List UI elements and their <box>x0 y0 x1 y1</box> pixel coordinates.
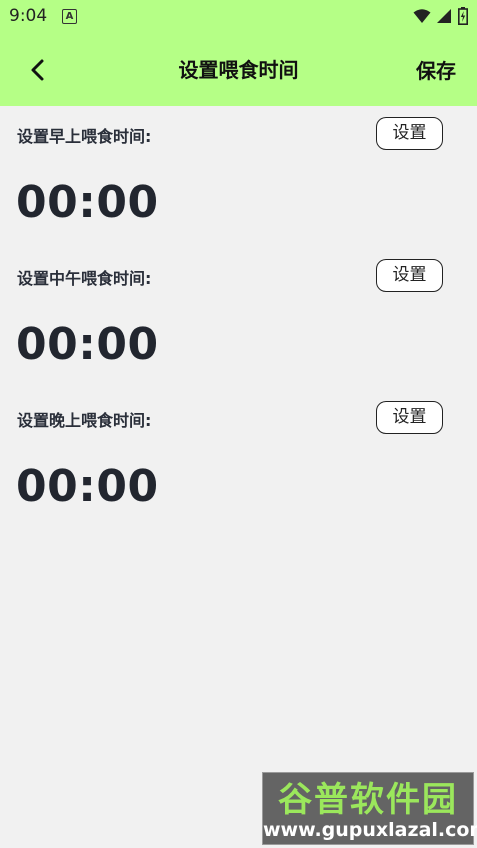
page-title: 设置喂食时间 <box>178 58 299 82</box>
watermark: 谷普软件园 www.gupuxlazal.com <box>262 772 477 845</box>
noon-feeding-section: 设置中午喂食时间: 设置 00:00 <box>0 248 477 390</box>
save-button[interactable]: 保存 <box>416 55 456 84</box>
top-bar: 9:04 A 设置喂食时间 保存 <box>0 0 477 106</box>
morning-feeding-label: 设置早上喂食时间: <box>17 127 152 146</box>
evening-feeding-time: 00:00 <box>16 461 159 512</box>
status-bar: 9:04 A <box>0 0 477 34</box>
set-evening-button[interactable]: 设置 <box>376 401 443 434</box>
morning-feeding-time: 00:00 <box>16 177 159 228</box>
status-icons <box>413 7 468 25</box>
notification-icon: A <box>62 9 77 24</box>
morning-feeding-section: 设置早上喂食时间: 设置 00:00 <box>0 106 477 248</box>
noon-feeding-label: 设置中午喂食时间: <box>17 269 152 288</box>
watermark-url: www.gupuxlazal.com <box>263 819 477 841</box>
app-bar: 设置喂食时间 保存 <box>0 34 477 106</box>
evening-feeding-section: 设置晚上喂食时间: 设置 00:00 <box>0 390 477 532</box>
set-morning-button[interactable]: 设置 <box>376 117 443 150</box>
evening-feeding-label: 设置晚上喂食时间: <box>17 411 152 430</box>
set-noon-button[interactable]: 设置 <box>376 259 443 292</box>
noon-feeding-time: 00:00 <box>16 319 159 370</box>
battery-icon <box>458 7 468 25</box>
wifi-icon <box>413 9 431 23</box>
signal-icon <box>437 9 451 23</box>
watermark-brand: 谷普软件园 <box>278 780 458 820</box>
status-time: 9:04 <box>9 6 48 26</box>
